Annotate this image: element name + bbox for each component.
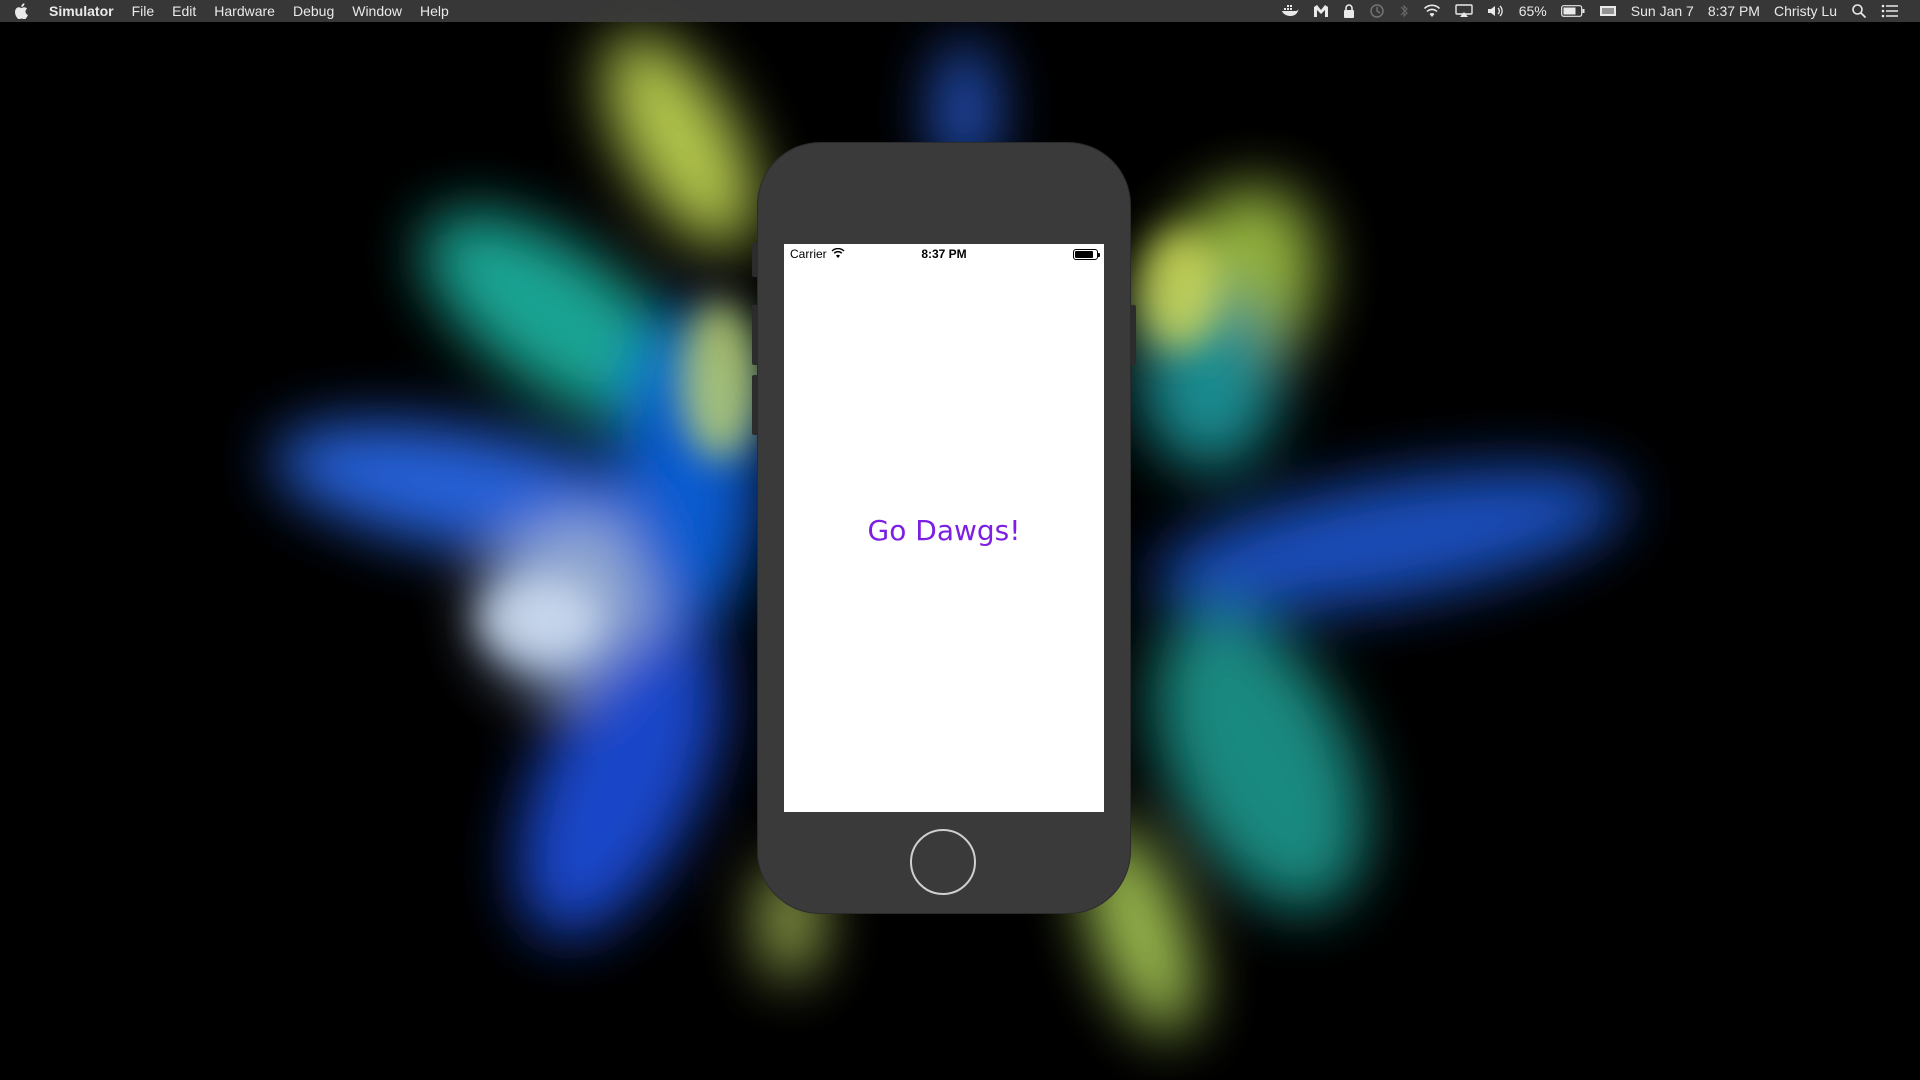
menu-bar-left: Simulator File Edit Hardware Debug Windo… bbox=[14, 0, 458, 22]
simulator-screen[interactable]: Carrier 8:37 PM Go Dawgs! bbox=[784, 244, 1104, 812]
home-button[interactable] bbox=[910, 829, 976, 895]
menu-window[interactable]: Window bbox=[343, 0, 411, 22]
menu-debug[interactable]: Debug bbox=[284, 0, 343, 22]
apple-logo-icon[interactable] bbox=[14, 3, 28, 20]
status-bar-battery-icon bbox=[1073, 248, 1100, 260]
go-dawgs-label: Go Dawgs! bbox=[867, 514, 1021, 547]
iphone-simulator-device: Carrier 8:37 PM Go Dawgs! bbox=[752, 143, 1136, 913]
menu-app-name[interactable]: Simulator bbox=[40, 0, 123, 22]
battery-level-fill bbox=[1075, 250, 1093, 258]
menu-bar-user[interactable]: Christy Lu bbox=[1767, 0, 1844, 22]
menu-bar-tray: 65% Sun Jan 7 8:37 PM Christy Lu bbox=[1274, 0, 1906, 22]
menu-bar-clock[interactable]: 8:37 PM bbox=[1701, 0, 1767, 22]
time-machine-icon[interactable] bbox=[1362, 3, 1392, 19]
mute-switch[interactable] bbox=[752, 243, 758, 277]
menu-help[interactable]: Help bbox=[411, 0, 458, 22]
menu-edit[interactable]: Edit bbox=[163, 0, 205, 22]
spotlight-icon[interactable] bbox=[1844, 3, 1874, 19]
macos-menu-bar: Simulator File Edit Hardware Debug Windo… bbox=[0, 0, 1920, 22]
docker-icon[interactable] bbox=[1274, 4, 1306, 18]
wifi-icon[interactable] bbox=[1416, 4, 1448, 18]
malwarebytes-icon[interactable] bbox=[1306, 4, 1336, 18]
keyboard-input-icon[interactable] bbox=[1592, 4, 1624, 18]
airplay-icon[interactable] bbox=[1448, 4, 1480, 18]
lock-icon[interactable] bbox=[1336, 4, 1362, 18]
volume-icon[interactable] bbox=[1480, 4, 1512, 18]
battery-percent[interactable]: 65% bbox=[1512, 0, 1554, 22]
power-button[interactable] bbox=[1130, 305, 1136, 365]
notification-center-icon[interactable] bbox=[1874, 4, 1906, 18]
carrier-indicator: Carrier bbox=[790, 247, 845, 261]
carrier-label: Carrier bbox=[790, 247, 827, 261]
bluetooth-icon[interactable] bbox=[1392, 3, 1416, 19]
menu-bar-date[interactable]: Sun Jan 7 bbox=[1624, 0, 1701, 22]
menu-hardware[interactable]: Hardware bbox=[205, 0, 284, 22]
menu-file[interactable]: File bbox=[123, 0, 164, 22]
volume-up-button[interactable] bbox=[752, 305, 758, 365]
battery-icon[interactable] bbox=[1554, 5, 1592, 17]
wifi-signal-icon bbox=[831, 247, 845, 261]
ios-status-bar: Carrier 8:37 PM bbox=[784, 244, 1104, 264]
volume-down-button[interactable] bbox=[752, 375, 758, 435]
